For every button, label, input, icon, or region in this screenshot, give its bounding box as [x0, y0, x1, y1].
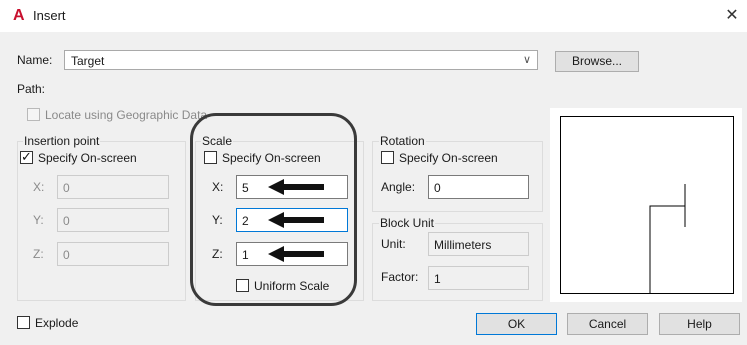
help-button[interactable]: Help — [659, 313, 740, 335]
path-label: Path: — [17, 82, 46, 96]
insertion-specify-checkbox[interactable] — [20, 149, 33, 165]
explode-label: Explode — [35, 316, 79, 330]
unit-value: Millimeters — [434, 238, 492, 252]
insertion-y-label: Y: — [33, 213, 44, 227]
insertion-y-value: 0 — [63, 214, 70, 228]
factor-label: Factor: — [381, 270, 419, 284]
close-icon[interactable]: ✕ — [722, 6, 742, 26]
preview-geometry — [649, 184, 686, 293]
angle-field[interactable]: 0 — [428, 175, 529, 199]
dialog-title: Insert — [33, 8, 66, 23]
angle-label: Angle: — [381, 180, 416, 194]
insertion-z-label: Z: — [33, 247, 44, 261]
chevron-down-icon[interactable]: ∨ — [523, 53, 531, 66]
cancel-button[interactable]: Cancel — [567, 313, 648, 335]
insertion-point-title: Insertion point — [23, 134, 101, 148]
insertion-x-field: 0 — [57, 175, 169, 199]
factor-field: 1 — [428, 266, 529, 290]
geo-label: Locate using Geographic Data — [45, 108, 208, 122]
rotation-title: Rotation — [379, 134, 426, 148]
insert-dialog: A Insert ✕ Name: Target ∨ Browse... Path… — [0, 0, 747, 345]
block-preview — [550, 108, 742, 302]
rotation-specify-checkbox[interactable] — [381, 151, 394, 164]
insertion-x-label: X: — [33, 180, 45, 194]
name-value: Target — [71, 54, 105, 68]
rotation-specify-label: Specify On-screen — [399, 151, 498, 165]
insertion-z-value: 0 — [63, 248, 70, 262]
autocad-a-icon: A — [13, 7, 25, 24]
browse-button[interactable]: Browse... — [555, 51, 639, 72]
scale-highlight-annotation — [190, 113, 357, 306]
geo-checkbox — [27, 108, 40, 121]
explode-checkbox[interactable] — [17, 316, 30, 329]
preview-frame — [560, 116, 734, 294]
name-label: Name: — [17, 53, 53, 67]
title-bar: A Insert ✕ — [0, 0, 747, 32]
factor-value: 1 — [434, 272, 441, 286]
insertion-y-field: 0 — [57, 208, 169, 232]
name-combobox[interactable]: Target ∨ — [64, 50, 538, 70]
insertion-z-field: 0 — [57, 242, 169, 266]
unit-label: Unit: — [381, 237, 406, 251]
angle-value: 0 — [434, 181, 441, 195]
insertion-x-value: 0 — [63, 181, 70, 195]
insertion-specify-label: Specify On-screen — [38, 151, 137, 165]
block-unit-title: Block Unit — [379, 216, 436, 230]
ok-button[interactable]: OK — [476, 313, 557, 335]
unit-field: Millimeters — [428, 232, 529, 256]
